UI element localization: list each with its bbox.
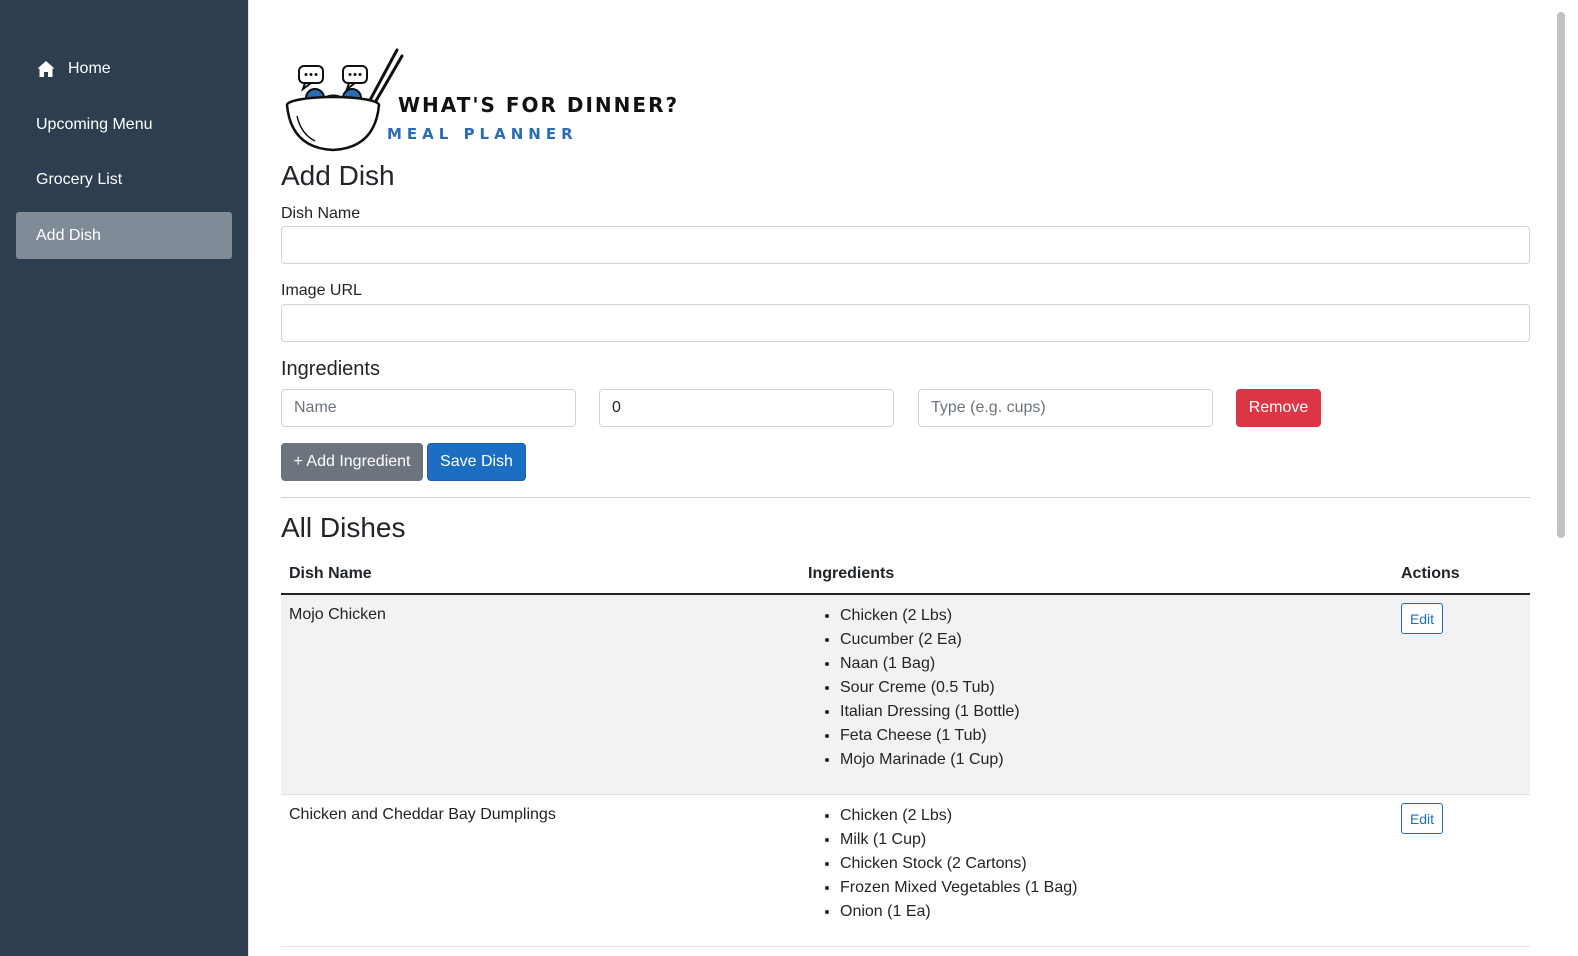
app-logo: WHAT'S FOR DINNER? MEAL PLANNER [281,44,681,156]
list-item: Frozen Mixed Vegetables (1 Bag) [840,876,1077,900]
dish-name-input[interactable] [281,226,1530,264]
page-title: Add Dish [281,160,395,191]
list-item: Chicken (2 Lbs) [840,804,1077,828]
sidebar: Home Upcoming Menu Grocery List Add Dish [0,0,248,956]
edit-dish-button[interactable]: Edit [1401,603,1443,634]
image-url-label: Image URL [281,282,362,299]
remove-ingredient-button[interactable]: Remove [1236,389,1321,427]
ingredient-type-input[interactable] [918,389,1213,427]
list-item: Onion (1 Ea) [840,900,1077,924]
add-ingredient-button[interactable]: + Add Ingredient [281,443,423,481]
all-dishes-heading: All Dishes [281,512,406,543]
page-scrollbar[interactable] [1552,0,1578,956]
image-url-input[interactable] [281,304,1530,342]
list-item: Italian Dressing (1 Bottle) [840,700,1020,724]
save-dish-button[interactable]: Save Dish [427,443,526,481]
dish-name-cell: Mojo Chicken [289,606,386,623]
ingredient-name-input[interactable] [281,389,576,427]
ingredient-quantity-input[interactable] [599,389,894,427]
sidebar-item-label: Add Dish [36,226,101,244]
list-item: Cucumber (2 Ea) [840,628,1020,652]
column-header-actions: Actions [1401,565,1460,582]
column-header-ingredients: Ingredients [808,565,895,582]
sidebar-item-label: Home [68,59,111,77]
table-row: Mojo Chicken Chicken (2 Lbs) Cucumber (2… [281,595,1530,795]
scrollbar-thumb[interactable] [1557,12,1565,538]
list-item: Chicken (2 Lbs) [840,604,1020,628]
main-content: WHAT'S FOR DINNER? MEAL PLANNER Add Dish… [248,0,1552,956]
sidebar-item-upcoming-menu[interactable]: Upcoming Menu [16,101,232,148]
table-header: Dish Name Ingredients Actions [281,554,1530,595]
sidebar-item-home[interactable]: Home [16,45,232,92]
sidebar-item-label: Upcoming Menu [36,115,153,133]
ingredient-list: Chicken (2 Lbs) Cucumber (2 Ea) Naan (1 … [840,604,1020,772]
list-item: Sour Creme (0.5 Tub) [840,676,1020,700]
column-header-dish-name: Dish Name [289,565,372,582]
list-item: Chicken Stock (2 Cartons) [840,852,1077,876]
sidebar-item-add-dish[interactable]: Add Dish [16,212,232,259]
dishes-table: Dish Name Ingredients Actions Mojo Chick… [281,554,1530,947]
list-item: Mojo Marinade (1 Cup) [840,748,1020,772]
edit-dish-button[interactable]: Edit [1401,803,1443,834]
list-item: Milk (1 Cup) [840,828,1077,852]
dish-name-cell: Chicken and Cheddar Bay Dumplings [289,806,556,823]
sidebar-item-grocery-list[interactable]: Grocery List [16,156,232,203]
logo-title: WHAT'S FOR DINNER? [398,93,679,117]
ingredient-list: Chicken (2 Lbs) Milk (1 Cup) Chicken Sto… [840,804,1077,924]
logo-subtitle: MEAL PLANNER [387,125,578,143]
sidebar-item-label: Grocery List [36,170,123,188]
dish-name-label: Dish Name [281,205,361,222]
ingredients-heading: Ingredients [281,358,380,380]
list-item: Feta Cheese (1 Tub) [840,724,1020,748]
home-icon [36,59,56,79]
table-row: Chicken and Cheddar Bay Dumplings Chicke… [281,795,1530,947]
section-divider [281,497,1530,498]
list-item: Naan (1 Bag) [840,652,1020,676]
